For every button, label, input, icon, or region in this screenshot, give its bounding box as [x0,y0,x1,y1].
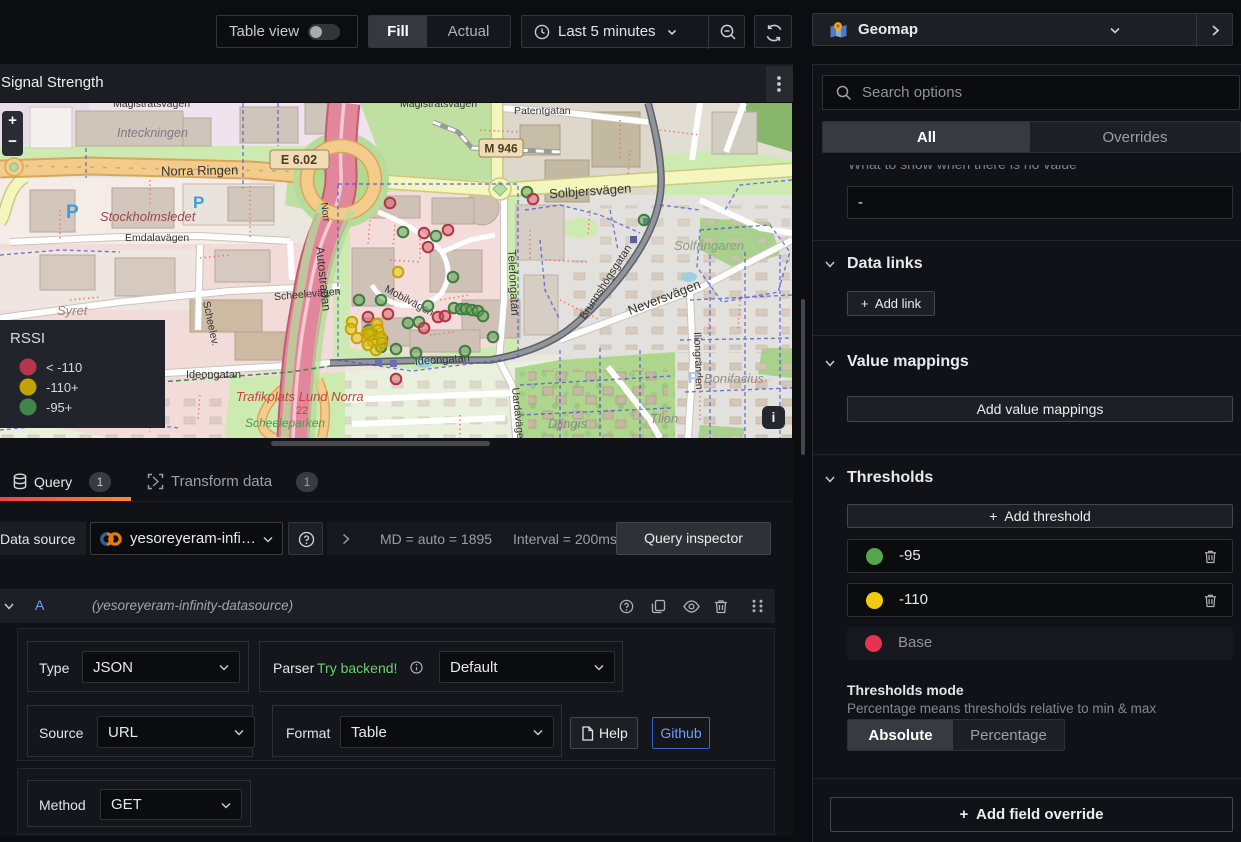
svg-text:Norra Ringen: Norra Ringen [161,162,239,178]
svg-text:Stockholmsledet: Stockholmsledet [100,209,197,224]
svg-text:Syret: Syret [57,303,89,318]
svg-text:Scheeleparken: Scheeleparken [245,416,325,430]
svg-text:P: P [688,370,699,387]
svg-text:P: P [193,193,204,212]
svg-text:Solfångaren: Solfångaren [674,238,744,253]
svg-text:E 6.02: E 6.02 [281,153,317,167]
svg-text:Emdalavägen: Emdalavägen [125,232,189,244]
svg-text:Djingis: Djingis [548,416,588,431]
svg-text:Trafikplats Lund Norra: Trafikplats Lund Norra [236,389,364,404]
svg-text:22: 22 [296,405,308,417]
svg-text:Inteckningen: Inteckningen [117,126,188,140]
svg-text:P: P [66,202,79,223]
svg-text:Magistratsvägen: Magistratsvägen [400,103,477,110]
svg-text:Bonifacius: Bonifacius [704,371,764,386]
svg-text:Ideongatan: Ideongatan [186,369,241,381]
svg-text:M 946: M 946 [484,142,518,156]
svg-text:Magistratsvägen: Magistratsvägen [113,103,190,110]
svg-text:Tlion: Tlion [650,411,678,426]
svg-text:Patentgatan: Patentgatan [514,105,571,117]
